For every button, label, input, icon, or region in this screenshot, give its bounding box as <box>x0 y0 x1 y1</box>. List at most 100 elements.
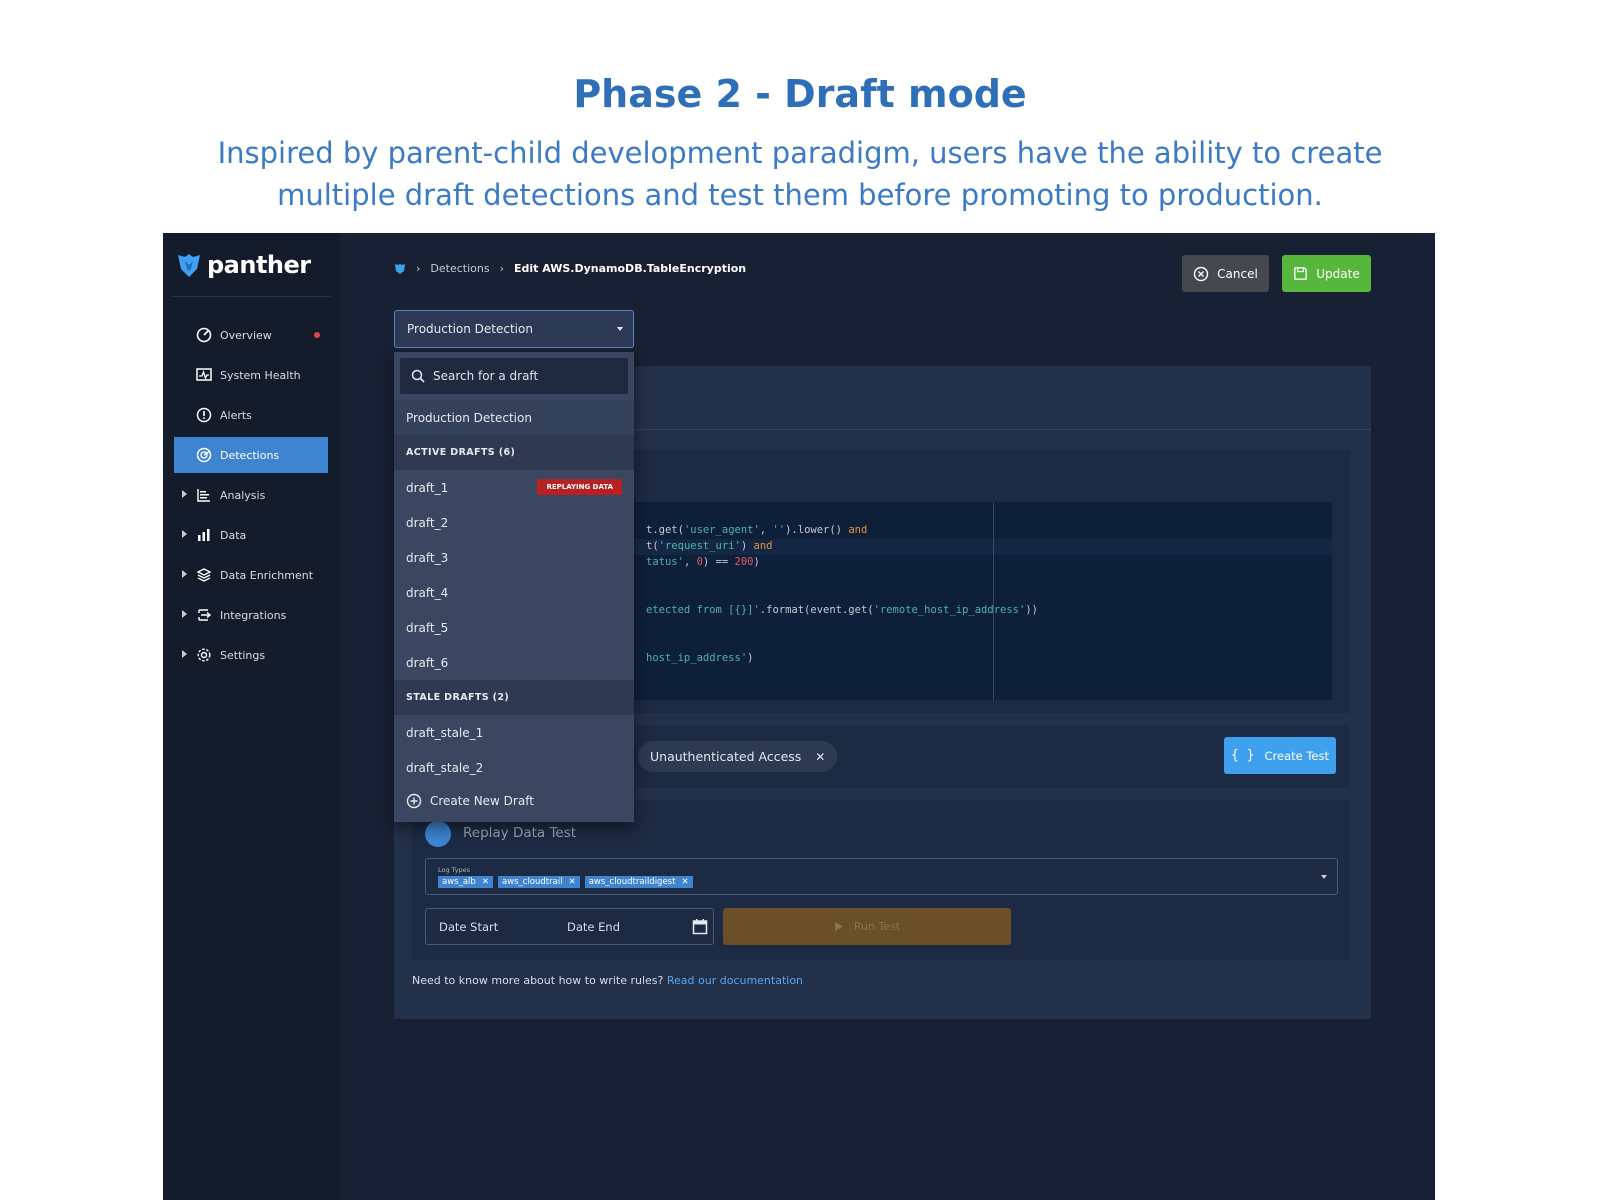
caret-right-icon <box>182 490 187 498</box>
create-test-button[interactable]: { } Create Test <box>1224 737 1336 774</box>
option-stale-draft[interactable]: draft_stale_2 <box>394 750 634 785</box>
code-line: t('request_uri') and <box>646 540 773 552</box>
integrations-icon <box>195 606 213 624</box>
create-test-label: Create Test <box>1264 748 1329 763</box>
search-icon <box>411 369 425 383</box>
sidebar-item-label: Data <box>220 528 247 542</box>
code-line: host_ip_address') <box>646 652 754 664</box>
close-icon[interactable]: ✕ <box>569 877 576 887</box>
replaying-data-badge: REPLAYING DATA <box>537 479 622 495</box>
caret-right-icon <box>182 610 187 618</box>
draft-search-input[interactable]: Search for a draft <box>400 358 628 394</box>
option-draft[interactable]: draft_3 <box>394 540 634 575</box>
option-production-detection[interactable]: Production Detection <box>394 400 634 435</box>
sidebar: panther Overview System Health Alerts De… <box>163 233 340 1200</box>
log-type-chip[interactable]: aws_cloudtrail ✕ <box>497 876 580 888</box>
log-type-chip[interactable]: aws_cloudtraildigest ✕ <box>584 876 693 888</box>
sidebar-item-analysis[interactable]: Analysis <box>174 477 328 513</box>
date-start-field[interactable]: Date Start <box>439 920 498 934</box>
radar-icon <box>195 446 213 464</box>
sidebar-item-integrations[interactable]: Integrations <box>174 597 328 633</box>
play-icon <box>834 922 843 931</box>
sidebar-item-label: Detections <box>220 448 280 462</box>
slide-subtitle: Inspired by parent-child development par… <box>217 136 1383 212</box>
log-types-select[interactable]: Log Types aws_alb ✕ aws_cloudtrail ✕ aws_c… <box>425 858 1338 895</box>
alert-circle-icon <box>195 406 213 424</box>
breadcrumb-separator: › <box>416 262 421 275</box>
braces-icon: { } <box>1231 748 1255 763</box>
sidebar-item-data[interactable]: Data <box>174 517 328 553</box>
code-line: t.get('user_agent', '').lower() and <box>646 524 868 536</box>
log-type-chip[interactable]: aws_alb ✕ <box>438 876 493 888</box>
update-button[interactable]: Update <box>1282 255 1371 292</box>
cancel-label: Cancel <box>1217 266 1258 281</box>
log-type-chips: aws_alb ✕ aws_cloudtrail ✕ aws_cloudtraild… <box>438 876 693 888</box>
breadcrumb-detections[interactable]: Detections <box>430 262 489 275</box>
option-stale-draft[interactable]: draft_stale_1 <box>394 715 634 750</box>
sidebar-item-label: Settings <box>220 648 266 662</box>
breadcrumb-separator: › <box>499 262 504 275</box>
search-placeholder: Search for a draft <box>433 369 539 383</box>
sidebar-item-detections[interactable]: Detections <box>174 437 328 473</box>
sidebar-nav: Overview System Health Alerts Detections… <box>174 317 328 677</box>
breadcrumb: › Detections › Edit AWS.DynamoDB.TableEn… <box>394 262 746 275</box>
close-icon[interactable]: ✕ <box>482 877 489 887</box>
option-draft[interactable]: draft_6 <box>394 645 634 680</box>
sidebar-item-system-health[interactable]: System Health <box>174 357 328 393</box>
bar-chart-icon <box>195 526 213 544</box>
test-tag[interactable]: Unauthenticated Access ✕ <box>638 741 838 772</box>
plus-circle-icon <box>406 793 422 808</box>
sidebar-item-label: System Health <box>220 368 301 382</box>
panther-home-icon[interactable] <box>394 263 406 275</box>
replay-title: Replay Data Test <box>463 825 577 841</box>
brand-logo[interactable]: panther <box>175 249 311 281</box>
date-end-field[interactable]: Date End <box>567 920 620 934</box>
code-line: etected from [{}]'.format(event.get('rem… <box>646 604 1038 616</box>
breadcrumb-current: Edit AWS.DynamoDB.TableEncryption <box>513 262 747 275</box>
panther-logo-icon <box>178 254 200 277</box>
main-content: › Detections › Edit AWS.DynamoDB.TableEn… <box>340 233 1435 1200</box>
help-text: Need to know more about how to write rul… <box>412 974 804 987</box>
active-drafts-header: ACTIVE DRAFTS (6) <box>394 435 634 470</box>
sidebar-item-overview[interactable]: Overview <box>174 317 328 353</box>
app-window: panther Overview System Health Alerts De… <box>163 233 1435 1200</box>
code-line: tatus', 0) == 200) <box>646 556 760 568</box>
option-draft[interactable]: draft_1 REPLAYING DATA <box>394 470 634 505</box>
create-new-draft-button[interactable]: Create New Draft <box>394 783 634 818</box>
bar-list-icon <box>195 486 213 504</box>
date-range-input[interactable]: Date Start Date End <box>425 908 714 945</box>
sidebar-item-label: Integrations <box>220 608 287 622</box>
editor-ruler <box>993 502 994 700</box>
option-draft[interactable]: draft_4 <box>394 575 634 610</box>
caret-right-icon <box>182 650 187 658</box>
run-test-button[interactable]: Run Test <box>723 908 1011 945</box>
test-tag-label: Unauthenticated Access <box>650 749 802 764</box>
sidebar-item-data-enrichment[interactable]: Data Enrichment <box>174 557 328 593</box>
replay-toggle-icon[interactable] <box>425 821 451 847</box>
option-draft[interactable]: draft_2 <box>394 505 634 540</box>
sidebar-item-label: Data Enrichment <box>220 568 314 582</box>
select-value: Production Detection <box>407 322 533 336</box>
option-draft[interactable]: draft_5 <box>394 610 634 645</box>
sidebar-item-settings[interactable]: Settings <box>174 637 328 673</box>
sidebar-item-alerts[interactable]: Alerts <box>174 397 328 433</box>
notification-dot <box>314 332 320 338</box>
calendar-icon[interactable] <box>692 918 708 935</box>
cancel-button[interactable]: Cancel <box>1182 255 1269 292</box>
caret-right-icon <box>182 530 187 538</box>
brand-name: panther <box>207 251 311 279</box>
detection-version-select[interactable]: Production Detection <box>394 310 634 348</box>
heartbeat-monitor-icon <box>195 366 213 384</box>
close-icon[interactable]: ✕ <box>681 877 688 887</box>
documentation-link[interactable]: Read our documentation <box>667 974 803 987</box>
gear-icon <box>195 646 213 664</box>
chevron-down-icon <box>1321 875 1327 879</box>
log-types-label: Log Types <box>438 866 470 874</box>
replay-data-test-card: Replay Data Test Log Types aws_alb ✕ aws_… <box>412 800 1350 960</box>
sidebar-item-label: Analysis <box>220 488 266 502</box>
close-icon[interactable]: ✕ <box>815 750 825 764</box>
close-circle-icon <box>1193 266 1209 281</box>
save-icon <box>1294 267 1308 280</box>
layers-icon <box>195 566 213 584</box>
chevron-down-icon <box>617 327 623 331</box>
